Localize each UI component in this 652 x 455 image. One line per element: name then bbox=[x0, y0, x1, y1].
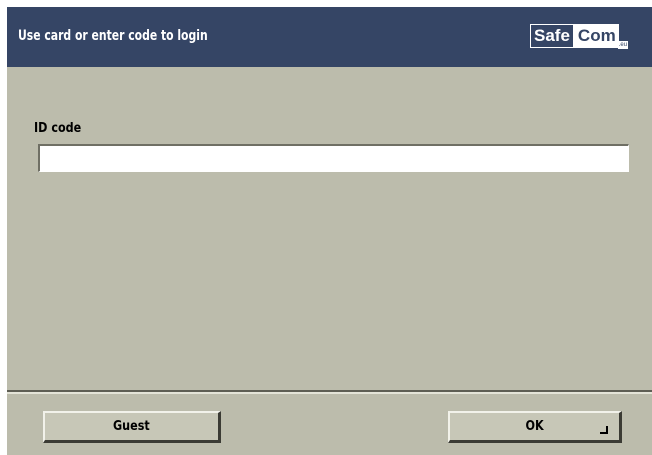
logo-suffix: .eu bbox=[617, 41, 629, 49]
guest-button-label: Guest bbox=[113, 419, 150, 434]
ok-button[interactable]: OK bbox=[448, 411, 622, 443]
footer-divider-highlight bbox=[7, 392, 652, 394]
header-title: Use card or enter code to login bbox=[18, 28, 208, 44]
logo-part-com: Com bbox=[573, 24, 619, 48]
id-code-input[interactable] bbox=[38, 144, 629, 172]
ok-button-label: OK bbox=[525, 419, 544, 434]
guest-button[interactable]: Guest bbox=[43, 411, 221, 443]
login-screen: Use card or enter code to login Safe Com.… bbox=[7, 7, 652, 455]
id-code-label: ID code bbox=[34, 121, 82, 136]
logo-part-safe: Safe bbox=[530, 24, 574, 48]
header-bar: Use card or enter code to login Safe Com.… bbox=[7, 7, 652, 67]
safecom-logo: Safe Com .eu bbox=[530, 24, 629, 49]
enter-key-icon bbox=[600, 426, 608, 434]
